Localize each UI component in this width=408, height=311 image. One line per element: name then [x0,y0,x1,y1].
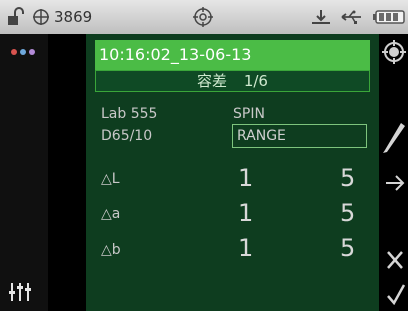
check-icon[interactable] [386,283,406,305]
battery-icon [372,0,406,34]
download-icon [310,0,332,34]
status-number: 3869 [54,8,93,26]
color-space-label: Lab 555 [101,106,158,122]
delta-b-min[interactable]: 1 [238,234,253,262]
delta-l-max[interactable]: 5 [340,164,355,192]
page-indicator: 1/6 [243,72,268,90]
separator-area [48,34,86,311]
spin-label: SPIN [233,106,265,122]
pencil-icon[interactable] [381,118,407,154]
delta-b-label: △b [101,242,121,258]
delta-l-min[interactable]: 1 [238,164,253,192]
delta-a-label: △a [101,206,121,222]
delta-a-max[interactable]: 5 [340,199,355,227]
usb-icon [339,0,363,34]
mode-field[interactable]: RANGE [232,124,367,148]
crosshair-icon [32,0,50,34]
timestamp-bar: 10:16:02_13-06-13 [95,40,370,70]
sliders-icon[interactable] [8,281,36,303]
delta-a-min[interactable]: 1 [238,199,253,227]
left-toolbar [0,34,48,311]
target-icon [193,0,213,34]
delta-b-max[interactable]: 5 [340,234,355,262]
arrow-right-icon[interactable] [384,172,406,194]
close-icon[interactable] [386,250,404,270]
target-settings-icon[interactable] [382,40,406,64]
delta-l-label: △L [101,171,120,187]
unlock-icon [6,0,28,34]
color-dots-icon[interactable] [10,47,38,57]
illuminant-label: D65/10 [101,128,153,144]
tolerance-title: 容差 1/6 [95,70,370,92]
tolerance-label: 容差 [197,72,228,90]
